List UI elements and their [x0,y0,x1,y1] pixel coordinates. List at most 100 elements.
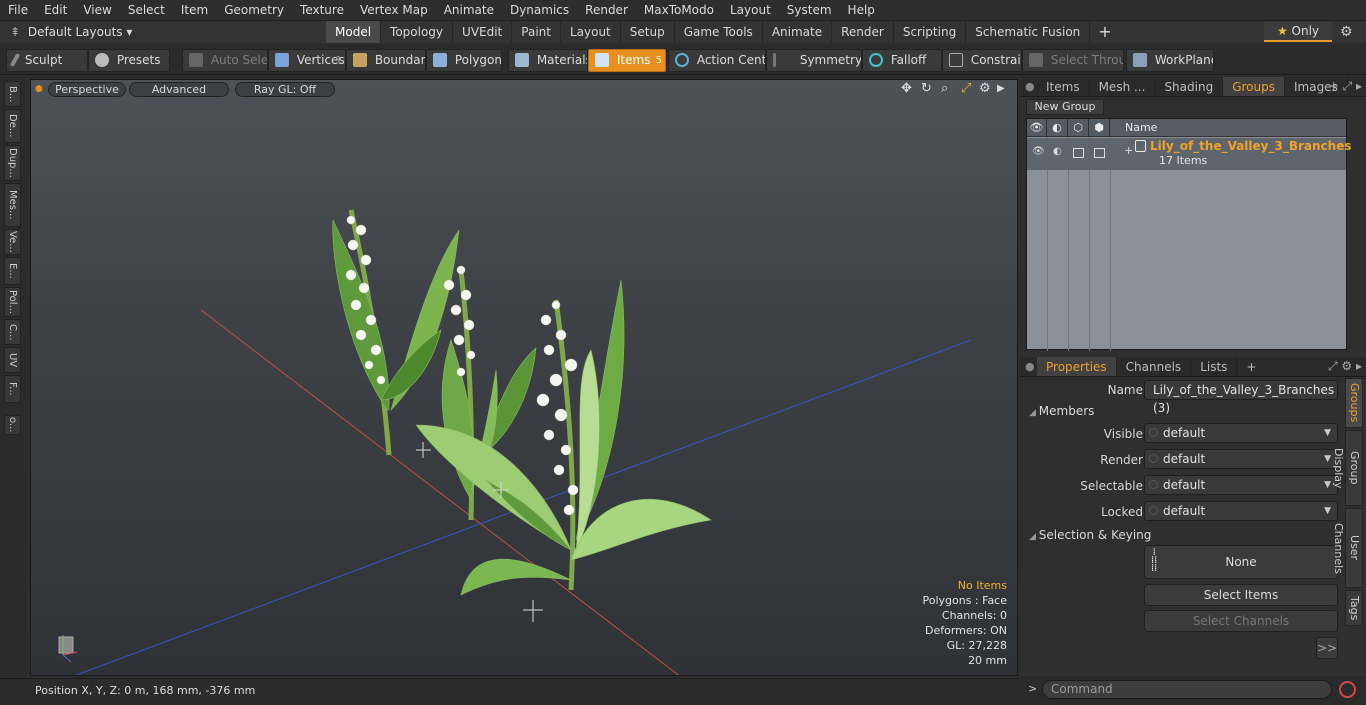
record-icon[interactable] [1339,681,1356,698]
keying-none-button[interactable]: ⁞ ⁞⁞ ⁞⁞ None [1144,545,1338,579]
left-tab-other[interactable]: o... [4,415,21,435]
select-icon[interactable]: ⬢ [1089,119,1110,137]
left-tab-uv[interactable]: UV [4,347,21,373]
left-tab-polygon[interactable]: Pol... [4,287,21,317]
panel-tools-icon[interactable]: + ⤢ ▸ [1329,79,1362,94]
tab-shading[interactable]: Shading [1155,77,1224,96]
boundary-label: Boundary [374,53,426,67]
panel-menu-icon[interactable]: ● [1021,77,1037,96]
auto-select-button[interactable]: Auto Select [182,49,268,72]
menu-render[interactable]: Render [577,0,636,21]
symmetry-button[interactable]: Symmetry [766,49,862,72]
side-tab-tags[interactable]: Tags [1345,590,1363,626]
visibility-eye-icon[interactable]: 👁 [1032,146,1045,157]
name-column-header[interactable]: Name [1111,119,1171,137]
menu-dynamics[interactable]: Dynamics [502,0,577,21]
menu-maxtomodo[interactable]: MaxToModo [636,0,722,21]
tab-animate[interactable]: Animate [763,21,833,43]
tab-setup[interactable]: Setup [621,21,675,43]
lock-checkbox[interactable] [1073,148,1084,158]
menu-select[interactable]: Select [120,0,173,21]
left-tab-basic[interactable]: B... [4,81,21,107]
group-row[interactable]: 👁 ◐ + Lily_of_the_Valley_3_Branches 17 I… [1027,138,1352,170]
menu-animate[interactable]: Animate [436,0,502,21]
tab-model[interactable]: Model [326,21,382,43]
menu-vertex-map[interactable]: Vertex Map [352,0,436,21]
new-group-button[interactable]: New Group [1026,99,1104,115]
tab-paint[interactable]: Paint [512,21,561,43]
falloff-button[interactable]: Falloff [862,49,942,72]
select-through-button[interactable]: Select Through [1022,49,1124,72]
menu-item[interactable]: Item [173,0,216,21]
menu-texture[interactable]: Texture [292,0,352,21]
left-tab-curve[interactable]: C... [4,319,21,345]
tab-render[interactable]: Render [832,21,894,43]
expand-icon[interactable]: + [1124,144,1133,157]
tab-layout[interactable]: Layout [561,21,621,43]
lock-icon[interactable]: ⬡ [1068,119,1089,137]
selection-keying-section[interactable]: ◢ Selection & Keying [1029,528,1151,542]
side-tab-groups[interactable]: Groups [1345,378,1363,428]
tab-mesh[interactable]: Mesh ... [1090,77,1156,96]
menu-edit[interactable]: Edit [36,0,75,21]
add-panel-tab-icon[interactable]: + [1237,357,1265,376]
workplane-button[interactable]: WorkPlane [1126,49,1214,72]
group-name[interactable]: Lily_of_the_Valley_3_Branches [1150,139,1352,153]
menu-system[interactable]: System [779,0,840,21]
select-items-button[interactable]: Select Items [1144,584,1338,606]
side-tab-group-display[interactable]: Group Display [1332,430,1363,506]
tab-groups[interactable]: Groups [1223,77,1285,96]
menu-file[interactable]: File [0,0,36,21]
polygons-button[interactable]: Polygons [426,49,502,72]
items-button[interactable]: Items 5 [588,49,666,72]
tab-uvedit[interactable]: UVEdit [453,21,513,43]
3d-viewport[interactable]: ● Perspective Advanced Ray GL: Off ✥ ↻ ⌕… [30,79,1018,676]
menu-view[interactable]: View [75,0,119,21]
properties-tools-icon[interactable]: ⤢ ⚙ ▸ [1328,359,1362,374]
left-tab-deform[interactable]: De... [4,109,21,143]
menu-help[interactable]: Help [840,0,883,21]
action-center-button[interactable]: Action Center [668,49,766,72]
add-tab-icon[interactable]: + [1090,21,1119,43]
locked-select[interactable]: default ▼ [1144,501,1338,521]
materials-button[interactable]: Materials [508,49,588,72]
boundary-button[interactable]: Boundary [346,49,426,72]
render-toggle-icon[interactable]: ◐ [1053,146,1062,157]
eye-icon[interactable]: 👁 [1027,119,1047,137]
items-icon [595,53,609,67]
sculpt-button[interactable]: Sculpt [6,49,88,72]
more-button[interactable]: >> [1316,637,1338,659]
tab-lists[interactable]: Lists [1191,357,1238,376]
menu-layout[interactable]: Layout [722,0,779,21]
left-tab-fusion[interactable]: F... [4,375,21,403]
render-select[interactable]: default ▼ [1144,449,1338,469]
left-tab-edge[interactable]: E... [4,257,21,285]
side-tab-user-channels[interactable]: User Channels [1332,508,1363,588]
tab-items[interactable]: Items [1037,77,1090,96]
constraints-button[interactable]: Constrai... [942,49,1022,72]
render-icon[interactable]: ◐ [1047,119,1068,137]
tab-schematic-fusion[interactable]: Schematic Fusion [966,21,1091,43]
left-tab-vertex[interactable]: Ve... [4,229,21,255]
left-tab-mesh-edit[interactable]: Mes... [4,183,21,227]
layout-selector[interactable]: ⇞ Default Layouts ▾ [10,23,170,41]
left-tab-duplicate[interactable]: Dup... [4,145,21,181]
tab-topology[interactable]: Topology [381,21,454,43]
only-button[interactable]: ★ Only [1264,22,1332,42]
command-input[interactable]: Command [1042,680,1332,699]
select-checkbox[interactable] [1094,148,1105,158]
properties-menu-icon[interactable]: ● [1021,357,1037,376]
presets-button[interactable]: Presets [88,49,170,72]
gear-icon[interactable]: ⚙ [1340,21,1353,43]
name-input[interactable]: Lily_of_the_Valley_3_Branches (3) [1144,380,1338,415]
selectable-select[interactable]: default ▼ [1144,475,1338,495]
members-section[interactable]: ◢ Members [1029,404,1094,418]
vertices-button[interactable]: Vertices 1 [268,49,346,72]
visible-select[interactable]: default ▼ [1144,423,1338,443]
tab-scripting[interactable]: Scripting [894,21,967,43]
menu-geometry[interactable]: Geometry [216,0,292,21]
tab-channels[interactable]: Channels [1117,357,1192,376]
tab-properties[interactable]: Properties [1037,357,1117,376]
tab-game-tools[interactable]: Game Tools [675,21,763,43]
select-channels-button[interactable]: Select Channels [1144,610,1338,632]
